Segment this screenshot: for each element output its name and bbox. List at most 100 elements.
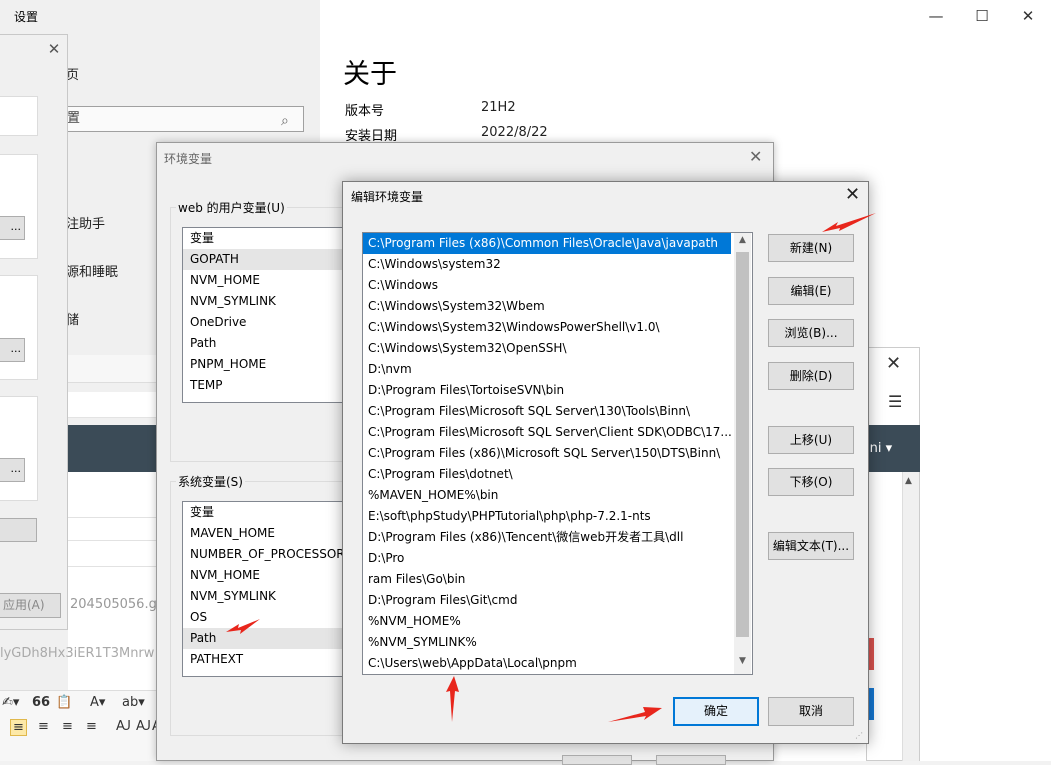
list-item[interactable]: D:\nvm [363,359,752,380]
settings-nav-item-assist[interactable]: 注助手 [66,213,105,232]
list-item[interactable]: NVM_HOME [183,270,351,291]
list-item[interactable]: ram Files\Go\bin [363,569,752,590]
divider [68,566,160,567]
repo-url-text: 204505056.git [70,597,166,612]
user-vars-list[interactable]: 变量 GOPATH NVM_HOME NVM_SYMLINK OneDrive … [182,227,352,403]
list-item[interactable]: OS [183,607,351,628]
apply-button[interactable]: 应用(A) [0,593,61,618]
settings-nav-item-power[interactable]: 源和睡眠 [66,261,118,280]
close-window-button[interactable]: ✕ [1005,4,1051,28]
highlight-icon[interactable]: ab▾ [122,695,145,710]
scroll-up-icon[interactable]: ▲ [905,476,912,486]
list-item[interactable]: D:\Program Files (x86)\Tencent\微信web开发者工… [363,527,752,548]
list-item[interactable]: NUMBER_OF_PROCESSOR [183,544,351,565]
left-group-box [0,275,38,380]
list-item[interactable]: PNPM_HOME [183,354,351,375]
font-color-icon[interactable]: A▾ [90,695,105,710]
close-icon[interactable]: ✕ [749,147,762,166]
settings-search-input[interactable]: 置 ⌕ [64,106,304,132]
list-item[interactable]: NVM_SYMLINK [183,291,351,312]
delete-button[interactable]: 删除(D) [768,362,854,390]
list-item[interactable]: Path [183,333,351,354]
scrollbar-thumb[interactable] [736,252,749,637]
close-icon[interactable]: ✕ [845,184,860,205]
user-vars-label: web 的用户变量(U) [176,199,287,216]
list-item[interactable]: OneDrive [183,312,351,333]
scroll-up-icon[interactable]: ▲ [736,235,749,251]
left-group-box [0,96,38,136]
edit-dialog-title: 编辑环境变量 [351,190,424,204]
arrow-icon [822,213,876,232]
list-item[interactable]: C:\Windows\System32\WindowsPowerShell\v1… [363,317,752,338]
align-center-icon[interactable]: ≡ [38,719,49,734]
scrollbar[interactable] [902,472,919,761]
left-settings-button[interactable]: ... [0,338,25,362]
edit-button[interactable]: 编辑(E) [768,277,854,305]
about-title: 关于 [343,59,397,90]
system-vars-list[interactable]: 变量 MAVEN_HOME NUMBER_OF_PROCESSOR NVM_HO… [182,501,352,677]
list-item[interactable]: PATHEXT [183,649,351,670]
env-bottom-button[interactable] [656,755,726,765]
left-settings-button[interactable] [0,518,37,542]
align-justify-icon[interactable]: ≡ [86,719,97,734]
left-group-box [0,154,38,259]
text-style-icon[interactable]: Ꜷ [136,719,151,734]
list-item[interactable]: %NVM_HOME% [363,611,752,632]
list-item[interactable]: %MAVEN_HOME%\bin [363,485,752,506]
close-icon[interactable]: ✕ [886,353,901,374]
list-item[interactable]: NVM_SYMLINK [183,586,351,607]
list-item[interactable]: C:\Program Files (x86)\Common Files\Orac… [363,233,731,254]
list-item[interactable]: C:\Program Files (x86)\Microsoft SQL Ser… [363,443,752,464]
menu-icon[interactable]: ☰ [888,392,902,411]
env-bottom-button[interactable] [562,755,632,765]
move-down-button[interactable]: 下移(O) [768,468,854,496]
path-list[interactable]: C:\Program Files (x86)\Common Files\Orac… [362,232,753,675]
left-settings-button[interactable]: ... [0,216,25,240]
edit-text-button[interactable]: 编辑文本(T)... [768,532,854,560]
hash-text: lyGDh8Hx3iER1T3Mnrw [0,646,155,661]
list-item[interactable]: TEMP [183,375,351,396]
list-item[interactable]: C:\Program Files\Microsoft SQL Server\13… [363,401,752,422]
list-item[interactable]: D:\Pro [363,548,752,569]
divider [68,540,160,541]
minimize-button[interactable]: — [913,4,959,28]
brush-icon[interactable]: ✍▾ [2,695,19,710]
list-item[interactable]: C:\Windows\system32 [363,254,752,275]
list-item[interactable]: GOPATH [183,249,351,270]
list-item[interactable]: C:\Users\web\AppData\Local\pnpm [363,653,752,674]
scroll-down-icon[interactable]: ▼ [736,656,749,672]
paste-icon[interactable]: 📋 [56,695,72,710]
left-group-box [0,396,38,501]
resize-grip-icon[interactable]: ⋰ [855,731,863,740]
list-header[interactable]: 变量 [183,502,351,523]
ok-button[interactable]: 确定 [673,697,759,726]
align-right-icon[interactable]: ≡ [62,719,73,734]
list-header[interactable]: 变量 [183,228,351,249]
move-up-button[interactable]: 上移(U) [768,426,854,454]
text-style-icon[interactable]: Ꜷ [116,719,131,734]
arrow-icon [226,619,260,634]
search-placeholder: 置 [67,111,81,126]
maximize-button[interactable]: ☐ [959,4,1005,28]
list-item[interactable]: C:\Windows\System32\OpenSSH\ [363,338,752,359]
list-item[interactable]: NVM_HOME [183,565,351,586]
user-menu-text[interactable]: ini ▾ [866,441,892,456]
close-icon[interactable]: ✕ [44,40,64,58]
left-settings-button[interactable]: ... [0,458,25,482]
list-item[interactable]: E:\soft\phpStudy\PHPTutorial\php\php-7.2… [363,506,752,527]
list-item[interactable]: C:\Program Files\Microsoft SQL Server\Cl… [363,422,752,443]
install-date-value: 2022/8/22 [481,125,548,140]
browse-button[interactable]: 浏览(B)... [768,319,854,347]
align-left-icon[interactable]: ≡ [10,719,27,736]
list-item[interactable]: MAVEN_HOME [183,523,351,544]
new-button[interactable]: 新建(N) [768,234,854,262]
list-item[interactable]: C:\Windows\System32\Wbem [363,296,752,317]
list-item[interactable]: Path [183,628,351,649]
quote-icon[interactable]: 66 [32,695,50,710]
list-item[interactable]: %NVM_SYMLINK% [363,632,752,653]
list-item[interactable]: C:\Program Files\dotnet\ [363,464,752,485]
list-item[interactable]: D:\Program Files\Git\cmd [363,590,752,611]
list-item[interactable]: D:\Program Files\TortoiseSVN\bin [363,380,752,401]
list-item[interactable]: C:\Windows [363,275,752,296]
cancel-button[interactable]: 取消 [768,697,854,726]
